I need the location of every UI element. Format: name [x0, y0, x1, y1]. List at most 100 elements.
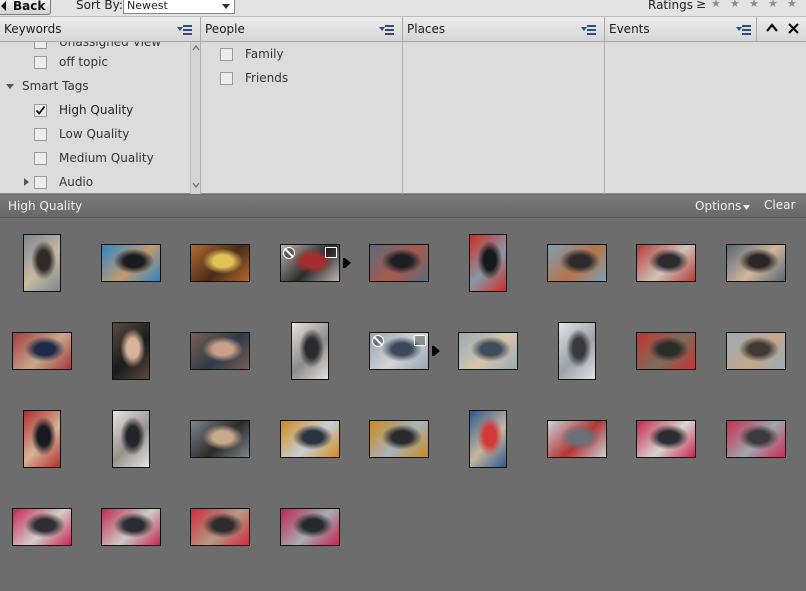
- people-column-header[interactable]: People: [201, 17, 403, 42]
- expand-stack-icon[interactable]: [434, 346, 440, 356]
- keyword-checkbox[interactable]: [34, 104, 47, 117]
- photo-thumbnail[interactable]: [101, 508, 161, 546]
- people-item[interactable]: Family: [201, 44, 391, 64]
- chevron-down-icon: [222, 4, 230, 9]
- options-menu[interactable]: Options: [695, 199, 750, 213]
- photo-thumbnail[interactable]: [190, 332, 250, 370]
- keywords-scrollbar[interactable]: [190, 42, 200, 194]
- photo-thumbnail[interactable]: [726, 244, 786, 282]
- rating-star-1[interactable]: ★: [711, 0, 721, 10]
- photo-thumbnail[interactable]: [469, 234, 507, 292]
- sort-by-label: Sort By:: [76, 0, 123, 12]
- clear-button[interactable]: Clear: [764, 198, 795, 212]
- places-column-header[interactable]: Places: [403, 17, 605, 42]
- keyword-checkbox[interactable]: [34, 42, 47, 49]
- rating-star-5[interactable]: ★: [787, 0, 797, 10]
- places-panel: [403, 42, 605, 194]
- photo-thumbnail[interactable]: [12, 508, 72, 546]
- keywords-column-header[interactable]: Keywords: [0, 17, 201, 42]
- keyword-item[interactable]: Low Quality: [0, 124, 190, 144]
- keyword-checkbox[interactable]: [34, 176, 47, 189]
- events-column-header[interactable]: Events: [605, 17, 757, 42]
- expand-stack-icon[interactable]: [345, 258, 351, 268]
- keyword-checkbox[interactable]: [34, 152, 47, 165]
- ratings-compare-operator[interactable]: ≥: [696, 0, 706, 11]
- menu-icon[interactable]: [379, 24, 394, 35]
- scroll-up-icon[interactable]: [192, 45, 200, 51]
- photo-thumbnail[interactable]: [726, 420, 786, 458]
- keyword-label: Unassigned View: [59, 42, 162, 49]
- window-controls: [757, 17, 806, 42]
- photo-thumbnail[interactable]: [112, 322, 150, 380]
- keyword-group[interactable]: Smart Tags: [0, 76, 190, 96]
- menu-icon[interactable]: [177, 24, 192, 35]
- keyword-item[interactable]: Audio: [0, 172, 190, 192]
- menu-icon[interactable]: [736, 24, 751, 35]
- keyword-checkbox[interactable]: [34, 56, 47, 69]
- photo-thumbnail[interactable]: [190, 244, 250, 282]
- photo-thumbnail[interactable]: [369, 332, 429, 370]
- photo-thumbnail[interactable]: [458, 332, 518, 370]
- photo-thumbnail[interactable]: [369, 244, 429, 282]
- people-checkbox[interactable]: [220, 72, 233, 85]
- rejected-icon: [372, 335, 384, 347]
- close-icon[interactable]: [788, 23, 799, 34]
- photo-thumbnail[interactable]: [190, 508, 250, 546]
- keyword-label: Medium Quality: [59, 151, 154, 165]
- menu-icon[interactable]: [581, 24, 596, 35]
- people-item[interactable]: Friends: [201, 68, 391, 88]
- back-button[interactable]: Back: [0, 0, 51, 15]
- collapse-panel-icon[interactable]: [766, 23, 778, 33]
- people-checkbox[interactable]: [220, 48, 233, 61]
- keyword-checkbox[interactable]: [34, 128, 47, 141]
- sort-by-value: Newest: [127, 0, 168, 12]
- scroll-down-icon[interactable]: [192, 182, 200, 188]
- expand-triangle-icon[interactable]: [6, 84, 14, 89]
- collapsed-triangle-icon[interactable]: [24, 178, 29, 186]
- keywords-column-title: Keywords: [4, 22, 62, 36]
- filter-columns-header: Keywords People Places Events: [0, 17, 806, 42]
- keyword-label: Audio: [59, 175, 94, 189]
- keyword-item[interactable]: Unassigned View: [0, 42, 190, 52]
- photo-thumbnail[interactable]: [726, 332, 786, 370]
- photo-thumbnail[interactable]: [12, 332, 72, 370]
- photo-thumbnail[interactable]: [636, 244, 696, 282]
- photo-thumbnail[interactable]: [547, 244, 607, 282]
- photo-thumbnail[interactable]: [636, 332, 696, 370]
- sort-by-dropdown[interactable]: Newest: [123, 0, 235, 14]
- filter-results-bar: High Quality Options Clear: [0, 195, 806, 218]
- places-column-title: Places: [407, 22, 446, 36]
- people-label: Family: [245, 47, 284, 61]
- photo-thumbnail[interactable]: [23, 410, 61, 468]
- photo-thumbnail[interactable]: [280, 244, 340, 282]
- people-column-title: People: [205, 22, 245, 36]
- keyword-item[interactable]: High Quality: [0, 100, 190, 120]
- events-panel: [605, 42, 806, 194]
- keyword-group-label: Smart Tags: [22, 79, 89, 93]
- photo-thumbnail[interactable]: [280, 508, 340, 546]
- photo-thumbnail[interactable]: [23, 234, 61, 292]
- keyword-item[interactable]: Medium Quality: [0, 148, 190, 168]
- filter-panels: Unassigned View off topic Smart Tags High Q…: [0, 42, 806, 194]
- photo-thumbnail[interactable]: [291, 322, 329, 380]
- events-column-title: Events: [609, 22, 650, 36]
- ratings-label: Ratings: [648, 0, 693, 12]
- rating-star-4[interactable]: ★: [768, 0, 778, 10]
- keywords-panel: Unassigned View off topic Smart Tags High Q…: [0, 42, 201, 194]
- photo-thumbnail[interactable]: [469, 410, 507, 468]
- photo-thumbnail[interactable]: [369, 420, 429, 458]
- rating-star-2[interactable]: ★: [730, 0, 740, 10]
- photo-thumbnail[interactable]: [547, 420, 607, 458]
- edited-icon: [414, 335, 426, 346]
- photo-thumbnail[interactable]: [101, 244, 161, 282]
- people-label: Friends: [245, 71, 289, 85]
- photo-thumbnail[interactable]: [112, 410, 150, 468]
- edited-icon: [325, 247, 337, 258]
- keyword-item[interactable]: off topic: [0, 52, 190, 72]
- photo-thumbnail[interactable]: [190, 420, 250, 458]
- photo-thumbnail[interactable]: [558, 322, 596, 380]
- photo-thumbnail[interactable]: [636, 420, 696, 458]
- keyword-label: High Quality: [59, 103, 134, 117]
- photo-thumbnail[interactable]: [280, 420, 340, 458]
- rating-star-3[interactable]: ★: [749, 0, 759, 10]
